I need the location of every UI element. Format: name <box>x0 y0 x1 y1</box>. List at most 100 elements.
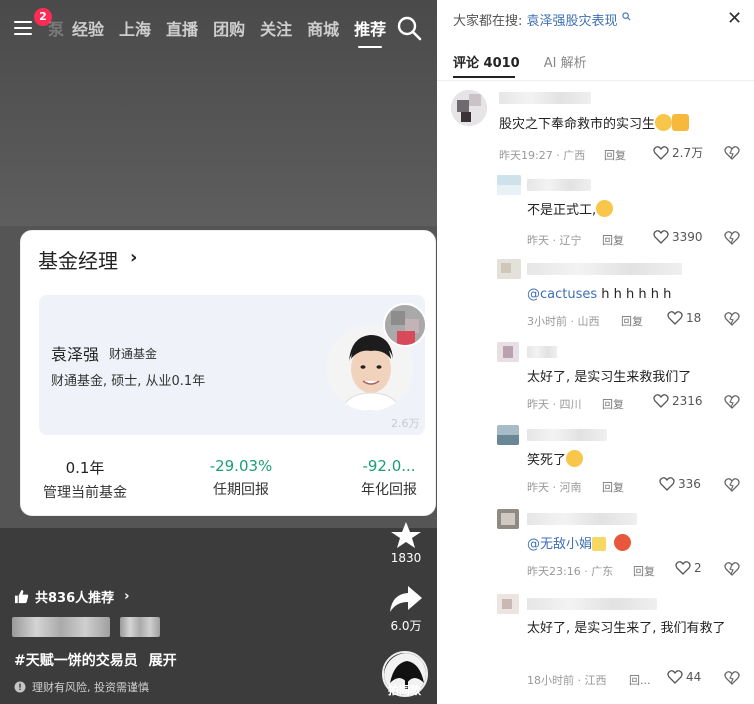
menu-icon <box>14 21 32 23</box>
topic-hashtag[interactable]: #天赋一饼的交易员 <box>14 653 138 669</box>
recommend-row[interactable]: 共836人推荐 › <box>14 587 130 606</box>
like-button[interactable]: 2316 <box>653 393 703 408</box>
thumbs-up-emoji-icon <box>672 114 690 131</box>
mention-link[interactable]: @无敌小娟 <box>527 537 592 552</box>
card-title: 基金经理 <box>38 249 118 273</box>
manager-description: 财通基金, 硕士, 从业0.1年 <box>51 374 206 389</box>
heart-icon <box>659 477 675 491</box>
tab-mall[interactable]: 商城 <box>307 16 339 40</box>
comment-body: 太好了, 是实习生来救我们了 <box>527 370 692 385</box>
reply-button[interactable]: 回复 <box>633 563 655 579</box>
share-count: 6.0万 <box>390 619 422 633</box>
dislike-icon[interactable] <box>724 477 740 492</box>
dislike-icon[interactable] <box>724 670 740 685</box>
tab-indicator <box>453 76 515 78</box>
blurred-username[interactable] <box>527 263 682 275</box>
search-suggestion[interactable]: 大家都在搜: 袁泽强股灾表现 <box>453 10 631 29</box>
blurred-author-tag <box>120 617 160 637</box>
stat-value: -92.0... <box>362 457 416 475</box>
user-avatar[interactable] <box>497 342 519 362</box>
blurred-username[interactable] <box>527 429 607 441</box>
stat-label: 任期回报 <box>213 482 269 498</box>
tab-live[interactable]: 直播 <box>166 16 198 40</box>
tab-shanghai[interactable]: 上海 <box>119 16 151 40</box>
comment-time: 昨天19:27 · 广西 <box>499 149 586 162</box>
manager-company: 财通基金 <box>109 347 158 361</box>
blurred-username[interactable] <box>527 346 557 358</box>
like-count: 2316 <box>672 393 703 408</box>
like-count: 18 <box>686 310 702 325</box>
video-panel[interactable]: 2 泵 经验 上海 直播 团购 关注 商城 推荐 基金经理 › 袁泽强 财通基金… <box>0 0 437 704</box>
reply-button[interactable]: 回复 <box>602 479 624 495</box>
manager-profile[interactable]: 袁泽强 财通基金 财通基金, 硕士, 从业0.1年 <box>39 295 425 435</box>
share-arrow-icon <box>390 586 422 612</box>
user-avatar[interactable] <box>497 594 519 614</box>
favorite-button[interactable]: 1830 <box>383 520 429 565</box>
angry-face-emoji-icon <box>614 534 632 551</box>
reply-button[interactable]: 回复 <box>602 232 624 248</box>
tab-comments[interactable]: 评论 4010 <box>453 52 520 71</box>
reply-button[interactable]: 回复 <box>602 396 624 412</box>
reply-button[interactable]: 回复 <box>604 147 626 163</box>
tab-following[interactable]: 关注 <box>260 16 292 40</box>
dislike-icon[interactable] <box>724 311 740 326</box>
reply-button[interactable]: 回... <box>629 672 651 688</box>
heart-icon <box>667 670 683 684</box>
dislike-icon[interactable] <box>724 230 740 245</box>
comment-time: 18小时前 · 江西 <box>527 674 607 687</box>
laugh-cry-emoji-icon <box>596 200 614 217</box>
blurred-username[interactable] <box>527 179 591 191</box>
blurred-username[interactable] <box>527 598 657 610</box>
thumbs-up-icon <box>14 589 29 604</box>
heart-icon <box>653 394 669 408</box>
dislike-icon[interactable] <box>724 394 740 409</box>
risk-warning: 理财有风险, 投资需谨慎 <box>14 679 149 695</box>
user-avatar[interactable] <box>451 90 487 126</box>
blurred-username[interactable] <box>499 92 591 104</box>
like-button[interactable]: 2 <box>675 560 702 575</box>
expand-link[interactable]: 展开 <box>149 653 177 669</box>
tab-recommend[interactable]: 推荐 <box>354 16 386 48</box>
fund-manager-card[interactable]: 基金经理 › 袁泽强 财通基金 财通基金, 硕士, 从业0.1年 0.1年 管理… <box>20 230 436 516</box>
comment-time: 昨天23:16 · 广东 <box>527 565 614 578</box>
comment-body: 太好了, 是实习生来了, 我们有救了 <box>527 621 726 636</box>
favorite-count: 1830 <box>390 551 422 565</box>
comment-body: 不是正式工, <box>527 203 597 218</box>
divider <box>437 80 754 81</box>
like-button[interactable]: 2.7万 <box>653 144 703 161</box>
dislike-icon[interactable] <box>724 145 740 160</box>
reply-button[interactable]: 回复 <box>621 313 643 329</box>
close-icon[interactable]: ✕ <box>727 8 742 29</box>
share-button[interactable]: 6.0万 <box>383 584 429 634</box>
user-avatar[interactable] <box>497 175 521 195</box>
search-icon[interactable] <box>396 15 422 41</box>
tab-experience[interactable]: 经验 <box>72 16 104 40</box>
tab-ai-analysis[interactable]: AI 解析 <box>544 52 587 71</box>
comment-text: 太好了, 是实习生来了, 我们有救了 <box>527 618 749 639</box>
like-button[interactable]: 336 <box>659 476 701 491</box>
creator-avatar[interactable] <box>383 303 427 347</box>
tab-group-buy[interactable]: 团购 <box>213 16 245 40</box>
blurred-username[interactable] <box>527 513 637 525</box>
comment-tabs: 评论 4010 AI 解析 <box>453 52 587 71</box>
stat-value: -29.03% <box>209 457 273 475</box>
tab-faded[interactable]: 泵 <box>48 16 64 40</box>
search-query-link[interactable]: 袁泽强股灾表现 <box>527 14 618 29</box>
like-button[interactable]: 3390 <box>653 229 703 244</box>
like-count: 2 <box>694 560 702 575</box>
user-avatar[interactable] <box>497 509 519 529</box>
user-avatar[interactable] <box>497 259 521 279</box>
comment-time: 昨天 · 河南 <box>527 481 582 494</box>
comment-text: 不是正式工, <box>527 200 727 221</box>
search-prefix: 大家都在搜: <box>453 14 523 29</box>
like-button[interactable]: 44 <box>667 669 701 684</box>
top-nav: 2 泵 经验 上海 直播 团购 关注 商城 推荐 <box>0 0 437 56</box>
user-avatar[interactable] <box>497 425 519 445</box>
like-button[interactable]: 18 <box>667 310 701 325</box>
menu-button[interactable]: 2 <box>14 8 52 40</box>
video-bottom-area <box>0 528 437 704</box>
dislike-icon[interactable] <box>724 561 740 576</box>
mention-link[interactable]: @cactuses <box>527 287 597 302</box>
laugh-cry-emoji-icon <box>655 114 673 131</box>
heart-icon <box>667 311 683 325</box>
